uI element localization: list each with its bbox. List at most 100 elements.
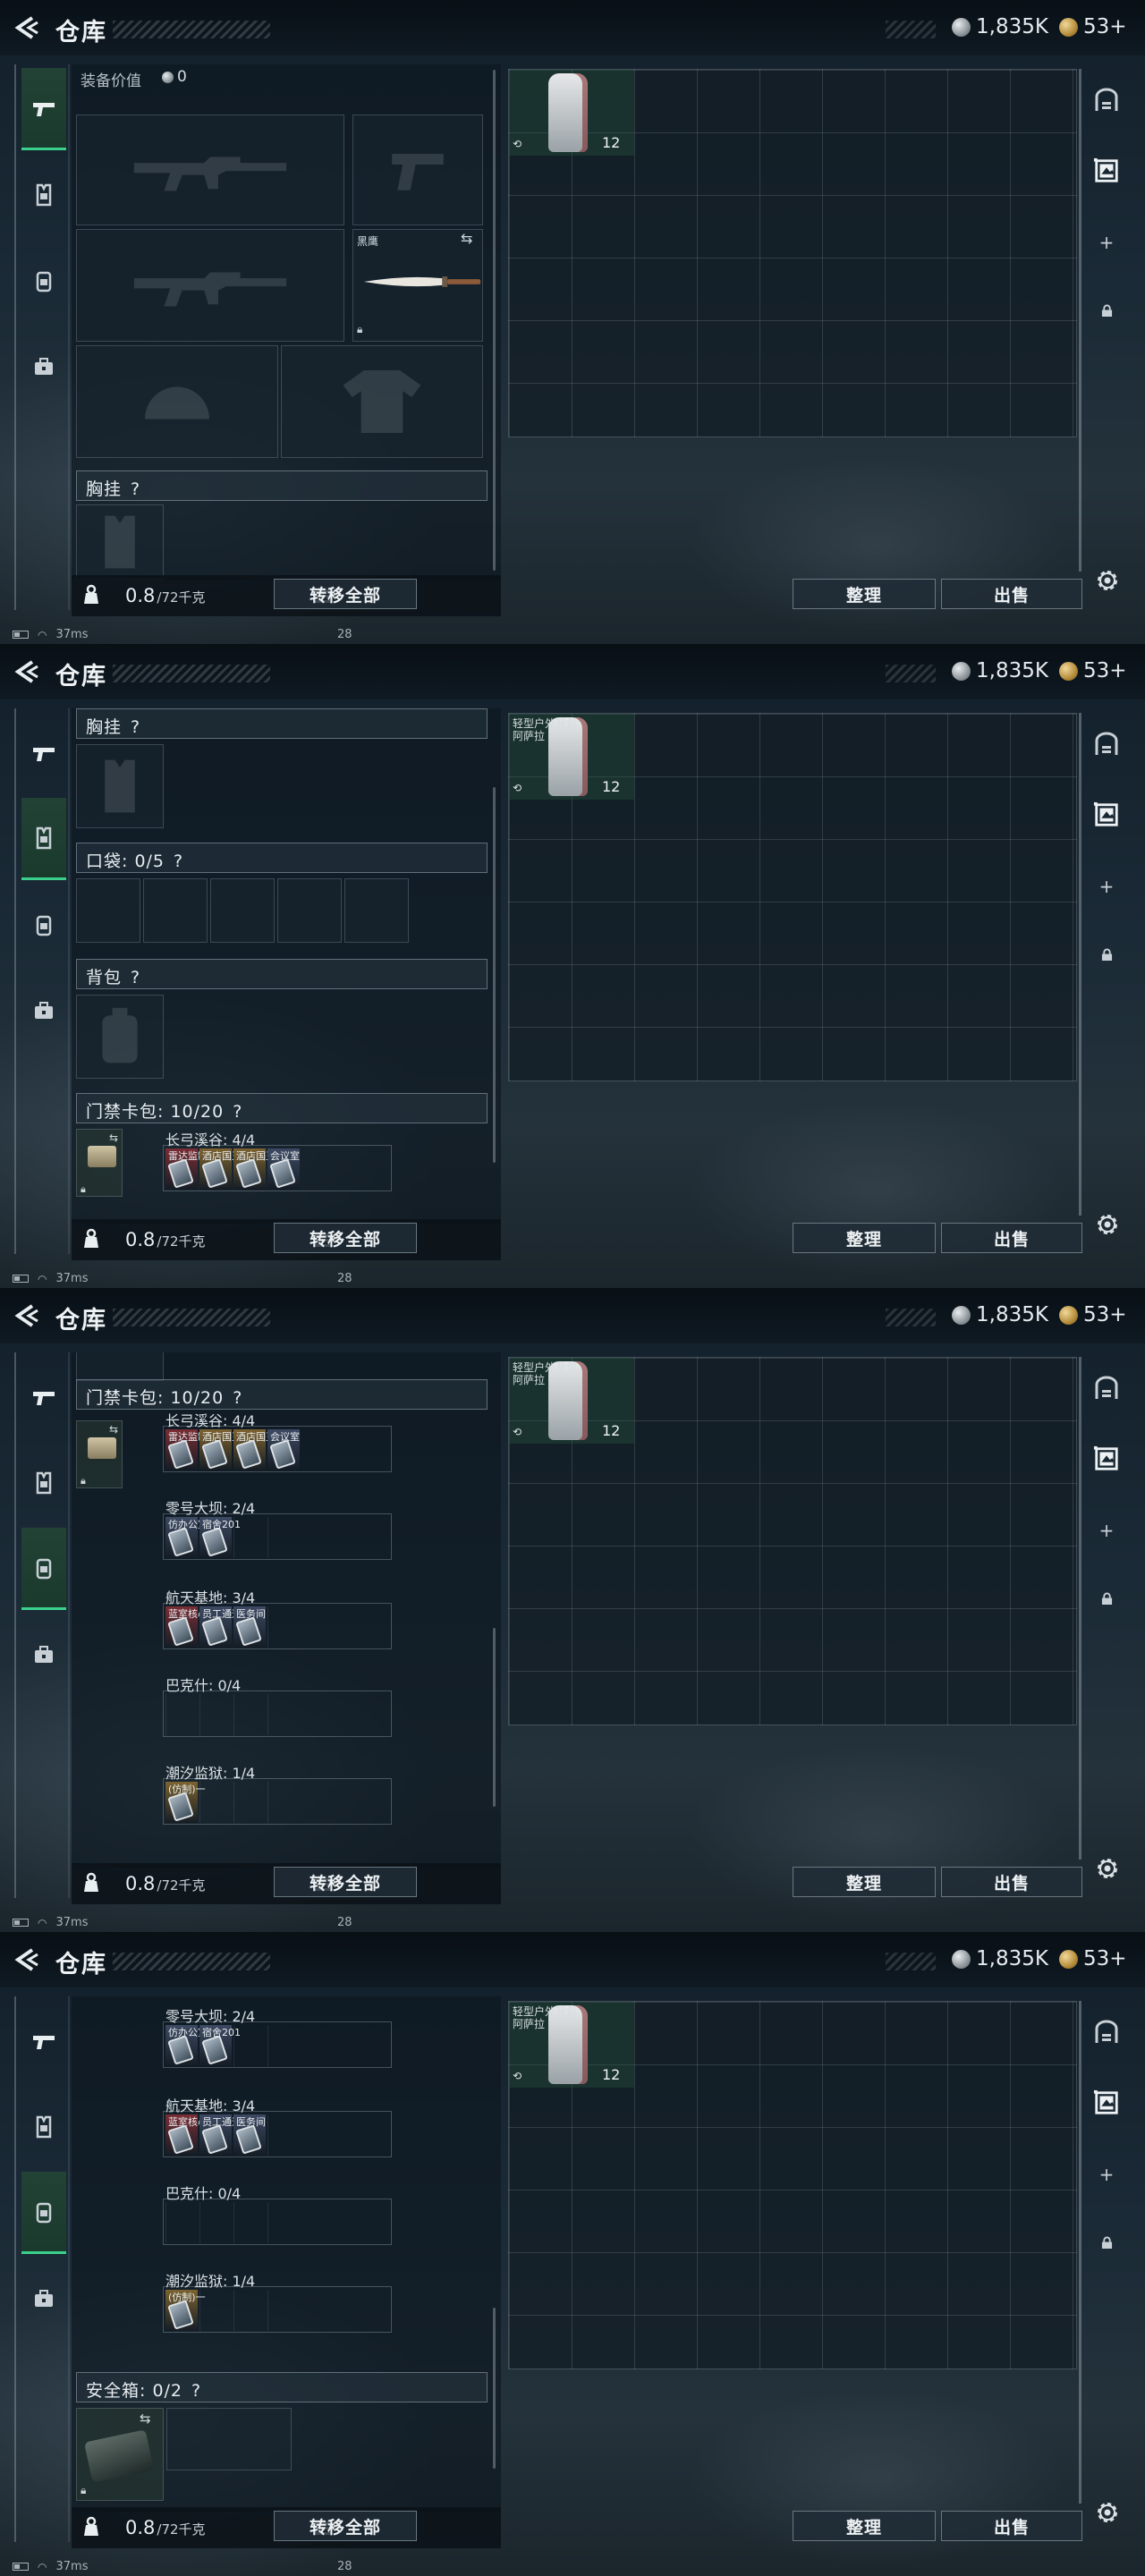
safe-box-slot[interactable]: ⇆ 🔒︎ bbox=[76, 2408, 164, 2501]
keycard-group-changgong-card[interactable]: 会议室 bbox=[267, 1148, 300, 1190]
tab-weapons[interactable] bbox=[21, 68, 66, 150]
keycard-group-bakesh-empty-card-slot[interactable] bbox=[199, 2202, 232, 2243]
keycard-pack-section-help-icon[interactable]: ? bbox=[233, 1102, 242, 1122]
tab-case[interactable] bbox=[21, 970, 66, 1052]
keycard-group-dam-card[interactable]: 宿舍201 bbox=[199, 1517, 241, 1558]
tab-case[interactable] bbox=[21, 326, 66, 408]
tab-weapons[interactable] bbox=[21, 1356, 66, 1438]
settings-gear-icon[interactable] bbox=[1093, 1854, 1122, 1883]
sort-button[interactable]: 整理 bbox=[793, 579, 936, 609]
warehouse-icon[interactable] bbox=[1093, 732, 1120, 758]
backpack-section-help-icon[interactable]: ? bbox=[131, 968, 140, 987]
equipment-scrollbar[interactable] bbox=[493, 1628, 496, 1807]
storage-tab-icon[interactable] bbox=[1093, 1445, 1120, 1472]
keycard-group-changgong-card[interactable]: 酒店国王房 bbox=[199, 1148, 251, 1190]
keycard-group-space-card[interactable]: 员工通道 bbox=[199, 2114, 242, 2156]
helmet-slot[interactable] bbox=[76, 345, 278, 458]
keycard-group-changgong-card[interactable]: 雷达监制室 bbox=[165, 1148, 217, 1190]
keycard-group-bakesh-empty-card-slot[interactable] bbox=[267, 1694, 300, 1735]
storage-tab-icon[interactable] bbox=[1093, 801, 1120, 828]
storage-scrollbar[interactable] bbox=[1079, 713, 1081, 1216]
keycard-group-space-card[interactable]: 医务间 bbox=[233, 1606, 266, 1648]
keycard-group-dam-card[interactable]: 宿舍201 bbox=[199, 2025, 241, 2066]
grid-item-backpack[interactable]: ⟲ 12 bbox=[509, 70, 634, 156]
transfer-all-button[interactable]: 转移全部 bbox=[274, 1223, 417, 1253]
keycard-group-dam-empty-card-slot[interactable] bbox=[233, 1517, 266, 1558]
back-arrow-icon[interactable] bbox=[13, 658, 41, 685]
keycard-group-prison-empty-card-slot[interactable] bbox=[199, 1782, 232, 1823]
pistol-slot[interactable] bbox=[352, 114, 483, 225]
tab-vest[interactable] bbox=[21, 154, 66, 236]
sell-button[interactable]: 出售 bbox=[941, 1223, 1082, 1253]
keycard-group-bakesh-empty-card-slot[interactable] bbox=[233, 2202, 266, 2243]
warehouse-icon[interactable] bbox=[1093, 2020, 1120, 2046]
backpack-slot[interactable] bbox=[76, 995, 164, 1079]
tab-vest[interactable] bbox=[21, 798, 66, 880]
tab-vest[interactable] bbox=[21, 2086, 66, 2168]
tab-backpack[interactable] bbox=[21, 2172, 66, 2254]
storage-tab-icon[interactable] bbox=[1093, 157, 1120, 184]
lock-icon[interactable] bbox=[1093, 1585, 1120, 1612]
swap-icon[interactable]: ⇆ bbox=[109, 1423, 118, 1436]
add-icon[interactable]: + bbox=[1093, 873, 1120, 900]
keycard-group-dam-card[interactable]: 仿办公室 bbox=[165, 1517, 208, 1558]
keycard-group-space-card[interactable]: 员工通道 bbox=[199, 1606, 242, 1648]
tab-backpack[interactable] bbox=[21, 240, 66, 322]
sell-button[interactable]: 出售 bbox=[941, 1867, 1082, 1897]
grid-item-backpack[interactable]: 轻型户外背包 阿萨拉 ⟲ 12 bbox=[509, 714, 634, 800]
chest-rig-section-help-icon[interactable]: ? bbox=[131, 479, 140, 499]
keycard-group-dam-card[interactable]: 仿办公室 bbox=[165, 2025, 208, 2066]
keycard-group-prison-card[interactable]: (仿制)一 bbox=[165, 2290, 206, 2331]
secondary-weapon-slot[interactable] bbox=[76, 229, 344, 342]
settings-gear-icon[interactable] bbox=[1093, 1210, 1122, 1239]
tab-backpack[interactable] bbox=[21, 884, 66, 966]
keycard-group-space-empty-card-slot[interactable] bbox=[267, 1606, 300, 1648]
keycard-group-space-empty-card-slot[interactable] bbox=[267, 2114, 300, 2156]
tab-vest[interactable] bbox=[21, 1442, 66, 1524]
back-arrow-icon[interactable] bbox=[13, 14, 41, 41]
tab-weapons[interactable] bbox=[21, 712, 66, 794]
transfer-all-button[interactable]: 转移全部 bbox=[274, 1867, 417, 1897]
keycard-pack-section-help-icon[interactable]: ? bbox=[233, 1388, 242, 1408]
storage-scrollbar[interactable] bbox=[1079, 69, 1081, 572]
keycard-group-space-card[interactable]: 蓝室核心 bbox=[165, 2114, 208, 2156]
gold-currency[interactable]: 53+ bbox=[1059, 1303, 1127, 1326]
keycard-group-prison-empty-card-slot[interactable] bbox=[267, 2290, 300, 2331]
keycard-group-changgong-card[interactable]: 酒店国王房 bbox=[199, 1429, 251, 1470]
keycard-group-dam-empty-card-slot[interactable] bbox=[233, 2025, 266, 2066]
settings-gear-icon[interactable] bbox=[1093, 566, 1122, 595]
grid-item-backpack[interactable]: 轻型户外背包 阿萨拉 ⟲ 12 bbox=[509, 1358, 634, 1444]
add-icon[interactable]: + bbox=[1093, 229, 1120, 256]
lock-icon[interactable] bbox=[1093, 941, 1120, 968]
sort-button[interactable]: 整理 bbox=[793, 2511, 936, 2541]
equipment-scrollbar[interactable] bbox=[493, 787, 496, 1163]
storage-scrollbar[interactable] bbox=[1079, 2001, 1081, 2504]
keycard-group-prison-empty-card-slot[interactable] bbox=[199, 2290, 232, 2331]
keycard-group-bakesh-empty-card-slot[interactable] bbox=[233, 1694, 266, 1735]
swap-icon[interactable]: ⇆ bbox=[461, 230, 472, 247]
keycard-group-dam-empty-card-slot[interactable] bbox=[267, 2025, 300, 2066]
sell-button[interactable]: 出售 bbox=[941, 579, 1082, 609]
settings-gear-icon[interactable] bbox=[1093, 2498, 1122, 2527]
storage-tab-icon[interactable] bbox=[1093, 2089, 1120, 2116]
swap-icon[interactable]: ⇆ bbox=[109, 1131, 118, 1144]
add-icon[interactable]: + bbox=[1093, 1517, 1120, 1544]
chest-rig-slot[interactable] bbox=[76, 744, 164, 828]
safe-box-section-help-icon[interactable]: ? bbox=[191, 2381, 201, 2401]
chest-rig-section-help-icon[interactable]: ? bbox=[131, 717, 140, 737]
pocket-slot[interactable] bbox=[210, 878, 275, 943]
pockets-section-help-icon[interactable]: ? bbox=[174, 852, 183, 871]
keycard-group-bakesh-empty-card-slot[interactable] bbox=[267, 2202, 300, 2243]
grid-item-backpack[interactable]: 轻型户外背包 阿萨拉 ⟲ 12 bbox=[509, 2002, 634, 2088]
sort-button[interactable]: 整理 bbox=[793, 1223, 936, 1253]
pocket-slot[interactable] bbox=[344, 878, 409, 943]
keycard-group-changgong-card[interactable]: 会议室 bbox=[267, 1429, 300, 1470]
keycard-group-changgong-card[interactable]: 酒店国王房 bbox=[233, 1429, 285, 1470]
sort-button[interactable]: 整理 bbox=[793, 1867, 936, 1897]
warehouse-icon[interactable] bbox=[1093, 88, 1120, 114]
keycard-holder-slot[interactable]: ⇆ 🔒︎ bbox=[76, 1420, 123, 1488]
equipment-scrollbar[interactable] bbox=[493, 70, 496, 571]
pocket-slot[interactable] bbox=[76, 878, 140, 943]
equipment-scrollbar[interactable] bbox=[493, 2308, 496, 2469]
keycard-group-prison-empty-card-slot[interactable] bbox=[233, 2290, 266, 2331]
